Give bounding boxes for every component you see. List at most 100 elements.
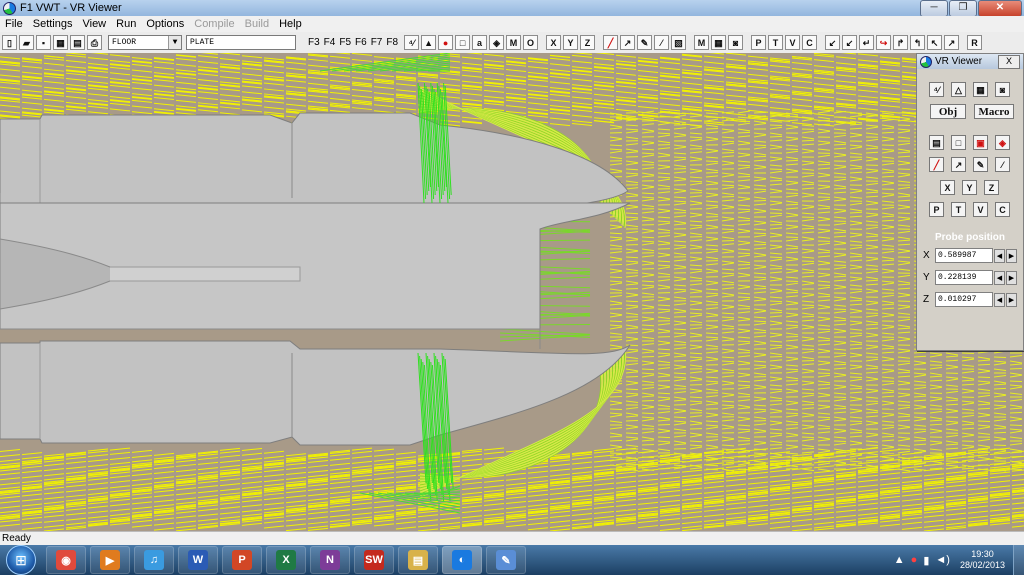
function-key-f3[interactable]: F3 [306,37,322,48]
powerpoint-taskbar-icon[interactable]: P [222,546,262,574]
t-button[interactable]: T [768,35,784,50]
o-button[interactable]: O [523,35,539,50]
media-player-taskbar-icon[interactable]: ▶ [90,546,130,574]
probe-z-decrease-icon[interactable]: ◀ [994,292,1005,307]
camera-icon[interactable]: ◙ [728,35,744,50]
panel-camera-icon[interactable]: ◙ [995,82,1010,97]
new-file-icon[interactable]: ▯ [2,35,17,50]
menu-view[interactable]: View [77,18,111,30]
rotate-left-icon[interactable]: ↙ [825,35,841,50]
p-button[interactable]: P [751,35,767,50]
ptvc-p-button[interactable]: P [929,202,944,217]
clock[interactable]: 19:30 28/02/2013 [960,549,1005,571]
redo-icon[interactable]: ↪ [876,35,892,50]
menu-settings[interactable]: Settings [28,18,78,30]
save-icon[interactable]: ▪ [36,35,51,50]
red-brush-icon[interactable]: ╱ [603,35,619,50]
explorer-taskbar-icon[interactable]: ▤ [398,546,438,574]
rotate-down-icon[interactable]: ↙ [842,35,858,50]
probe-x-input[interactable]: 0.589987 [935,248,993,263]
solidworks-taskbar-icon[interactable]: SW [354,546,394,574]
object-field[interactable]: PLATE [186,35,296,50]
panel-red-cube-icon[interactable]: ◈ [995,135,1010,150]
paint-icon[interactable]: ▲ [421,35,437,50]
ptvc-t-button[interactable]: T [951,202,966,217]
macro-button[interactable]: Macro [974,104,1014,119]
y-axis-button[interactable]: Y [563,35,579,50]
panel-red-brush-icon[interactable]: ╱ [929,157,944,172]
probe-y-input[interactable]: 0.228139 [935,270,993,285]
surface-select[interactable]: FLOOR ▼ [108,35,182,50]
red-marker-icon[interactable]: ● [438,35,454,50]
undo-icon[interactable]: ↵ [859,35,875,50]
axes-y-button[interactable]: Y [962,180,977,195]
volume-icon[interactable]: ◄) [935,554,950,566]
print-icon[interactable]: ⎙ [87,35,102,50]
excel-taskbar-icon[interactable]: X [266,546,306,574]
show-desktop-button[interactable] [1013,545,1024,575]
print-preview-icon[interactable]: ▤ [70,35,85,50]
macro-m-button[interactable]: M [694,35,710,50]
axes-x-button[interactable]: X [940,180,955,195]
probe-y-increase-icon[interactable]: ▶ [1006,270,1017,285]
menu-file[interactable]: File [0,18,28,30]
menu-run[interactable]: Run [111,18,141,30]
ptvc-c-button[interactable]: C [995,202,1010,217]
panel-film-icon[interactable]: ▤ [929,135,944,150]
vr-viewer-taskbar-icon[interactable]: ◐ [442,546,482,574]
onenote-taskbar-icon[interactable]: N [310,546,350,574]
function-key-f6[interactable]: F6 [353,37,369,48]
3d-viewport[interactable] [0,53,1024,531]
panel-arrow-icon[interactable]: ↗ [951,157,966,172]
m-button[interactable]: M [506,35,522,50]
probe-x-decrease-icon[interactable]: ◀ [994,248,1005,263]
probe-x-increase-icon[interactable]: ▶ [1006,248,1017,263]
ptvc-v-button[interactable]: V [973,202,988,217]
network-icon[interactable]: ▮ [923,554,929,567]
probe-y-decrease-icon[interactable]: ◀ [994,270,1005,285]
brush-icon[interactable]: ⁄ [654,35,670,50]
antivirus-icon[interactable]: ● [911,554,918,566]
panel-grid-icon[interactable]: ▦ [973,82,988,97]
lock-icon[interactable]: a [472,35,488,50]
v-button[interactable]: V [785,35,801,50]
menu-options[interactable]: Options [141,18,189,30]
function-key-f8[interactable]: F8 [384,37,400,48]
paint-taskbar-icon[interactable]: ✎ [486,546,526,574]
function-key-f4[interactable]: F4 [322,37,338,48]
obj-button[interactable]: Obj [930,104,966,119]
pencil-icon[interactable]: ✎ [637,35,653,50]
x-axis-button[interactable]: X [546,35,562,50]
axes-z-button[interactable]: Z [984,180,999,195]
panel-red-box-icon[interactable]: ▣ [973,135,988,150]
open-folder-icon[interactable]: ▰ [19,35,34,50]
diag-up-right-icon[interactable]: ↗ [944,35,960,50]
minimize-button[interactable]: ─ [920,0,948,17]
panel-brush-icon[interactable]: ⁄ [995,157,1010,172]
reset-button[interactable]: R [967,35,983,50]
select-box-icon[interactable]: □ [455,35,471,50]
probe-z-increase-icon[interactable]: ▶ [1006,292,1017,307]
chrome-taskbar-icon[interactable]: ◉ [46,546,86,574]
diag-up-left-icon[interactable]: ↖ [927,35,943,50]
draw-mode-icon[interactable]: ⁴⁄ [404,35,420,50]
box-3d-icon[interactable]: ▧ [671,35,687,50]
panel-triangle-icon[interactable]: △ [951,82,966,97]
panel-draw-icon[interactable]: ⁴⁄ [929,82,944,97]
start-button[interactable]: ⊞ [6,545,36,575]
arrow-tool-icon[interactable]: ↗ [620,35,636,50]
c-button[interactable]: C [802,35,818,50]
probe-z-input[interactable]: 0.010297 [935,292,993,307]
itunes-taskbar-icon[interactable]: ♫ [134,546,174,574]
grid-icon[interactable]: ▦ [711,35,727,50]
panel-pencil-icon[interactable]: ✎ [973,157,988,172]
function-key-f5[interactable]: F5 [337,37,353,48]
turn-icon[interactable]: ↱ [893,35,909,50]
maximize-button[interactable]: ❐ [949,0,977,17]
word-taskbar-icon[interactable]: W [178,546,218,574]
function-key-f7[interactable]: F7 [369,37,385,48]
panel-box-icon[interactable]: □ [951,135,966,150]
z-axis-button[interactable]: Z [580,35,596,50]
menu-help[interactable]: Help [274,18,307,30]
cube-icon[interactable]: ◈ [489,35,505,50]
